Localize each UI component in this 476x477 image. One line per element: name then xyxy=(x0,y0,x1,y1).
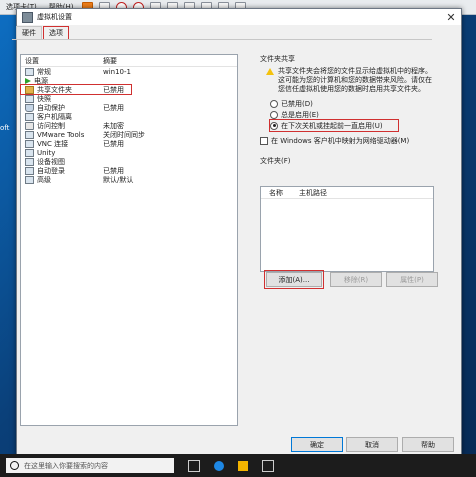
shared-folders-title: 文件夹共享 xyxy=(260,55,295,63)
device-view-icon xyxy=(25,157,34,166)
item-summary: 已禁用 xyxy=(103,85,124,94)
list-item-advanced[interactable]: 高级 默认/默认 xyxy=(21,175,237,184)
radio-circle[interactable] xyxy=(270,121,278,130)
header-setting: 设置 xyxy=(25,56,39,65)
item-summary: win10-1 xyxy=(103,67,131,76)
edge-icon[interactable] xyxy=(214,460,224,471)
shield-icon xyxy=(25,103,34,112)
col-host-path: 主机路径 xyxy=(299,188,327,197)
file-explorer-icon[interactable] xyxy=(238,460,248,471)
warning-row: 共享文件夹会将您的文件显示给虚拟机中的程序。这可能为您的计算机和您的数据带来风险… xyxy=(266,67,440,94)
general-icon xyxy=(25,67,34,76)
lock-icon xyxy=(25,121,34,130)
ok-button[interactable]: 确定 xyxy=(291,437,343,452)
vmware-tools-icon xyxy=(25,130,34,139)
radio-disabled[interactable]: 已禁用(D) xyxy=(270,98,440,109)
item-label: VNC 连接 xyxy=(37,139,69,148)
list-header: 设置 摘要 xyxy=(21,55,237,67)
item-summary: 默认/默认 xyxy=(103,175,134,184)
map-drive-label: 在 Windows 客户机中映射为网络驱动器(M) xyxy=(271,136,410,145)
radio-circle[interactable] xyxy=(270,99,278,108)
radio-always-enabled[interactable]: 总是启用(E) xyxy=(270,109,440,120)
radio-circle[interactable] xyxy=(270,110,278,119)
tab-options[interactable]: 选项 xyxy=(43,26,69,40)
item-summary: 已禁用 xyxy=(103,139,124,148)
item-label: 高级 xyxy=(37,175,51,184)
col-name: 名称 xyxy=(269,188,283,197)
folders-title: 文件夹(F) xyxy=(260,157,291,165)
item-label: 访问控制 xyxy=(37,121,65,130)
radio-label: 总是启用(E) xyxy=(281,110,319,119)
properties-button[interactable]: 属性(P) xyxy=(386,272,438,287)
dialog-titlebar: 虚拟机设置 ✕ xyxy=(17,9,461,25)
vm-settings-icon xyxy=(22,11,33,23)
unity-icon xyxy=(25,148,34,157)
taskbar: 在这里输入你要搜索的内容 xyxy=(0,454,476,477)
item-label: VMware Tools xyxy=(37,130,85,139)
desktop-label: oft xyxy=(0,124,10,132)
play-icon xyxy=(25,77,31,84)
remove-folder-button[interactable]: 移除(R) xyxy=(330,272,382,287)
task-view-icon[interactable] xyxy=(188,459,200,472)
add-folder-button[interactable]: 添加(A)... xyxy=(264,270,324,289)
advanced-icon xyxy=(25,175,34,184)
cancel-button[interactable]: 取消 xyxy=(346,437,398,452)
map-drive-checkbox-row[interactable]: 在 Windows 客户机中映射为网络驱动器(M) xyxy=(260,135,440,146)
search-placeholder: 在这里输入你要搜索的内容 xyxy=(24,461,108,470)
store-icon[interactable] xyxy=(262,459,274,472)
warning-text: 共享文件夹会将您的文件显示给虚拟机中的程序。这可能为您的计算机和您的数据带来风险… xyxy=(278,67,432,93)
map-drive-checkbox[interactable] xyxy=(260,136,268,145)
header-summary: 摘要 xyxy=(103,56,117,65)
list-item-vnc[interactable]: VNC 连接 已禁用 xyxy=(21,139,237,148)
isolation-icon xyxy=(25,112,34,121)
settings-list: 设置 摘要 常规 win10-1 电源 共享文件夹 已禁用 快照 自动保护 已禁… xyxy=(20,54,238,426)
radio-label: 在下次关机或挂起前一直启用(U) xyxy=(281,121,383,130)
close-icon[interactable]: ✕ xyxy=(441,11,461,24)
autologin-icon xyxy=(25,166,34,175)
tab-hardware[interactable]: 硬件 xyxy=(16,26,42,40)
help-button[interactable]: 帮助 xyxy=(402,437,454,452)
item-summary: 已禁用 xyxy=(103,103,124,112)
warning-icon xyxy=(266,68,274,75)
folders-list-header: 名称 主机路径 xyxy=(261,187,433,199)
dialog-title: 虚拟机设置 xyxy=(37,13,72,21)
radio-label: 已禁用(D) xyxy=(281,99,313,108)
search-icon xyxy=(10,461,19,470)
item-label: Unity xyxy=(37,148,56,157)
vnc-icon xyxy=(25,139,34,148)
snapshot-icon xyxy=(25,94,34,103)
folder-icon xyxy=(25,85,34,94)
radio-until-poweroff[interactable]: 在下次关机或挂起前一直启用(U) xyxy=(269,119,399,132)
tab-bar: 硬件 选项 xyxy=(16,26,70,40)
shared-folders-panel: 文件夹共享 共享文件夹会将您的文件显示给虚拟机中的程序。这可能为您的计算机和您的… xyxy=(260,54,440,169)
folders-list[interactable]: 名称 主机路径 xyxy=(260,186,434,272)
taskbar-search[interactable]: 在这里输入你要搜索的内容 xyxy=(6,458,174,473)
